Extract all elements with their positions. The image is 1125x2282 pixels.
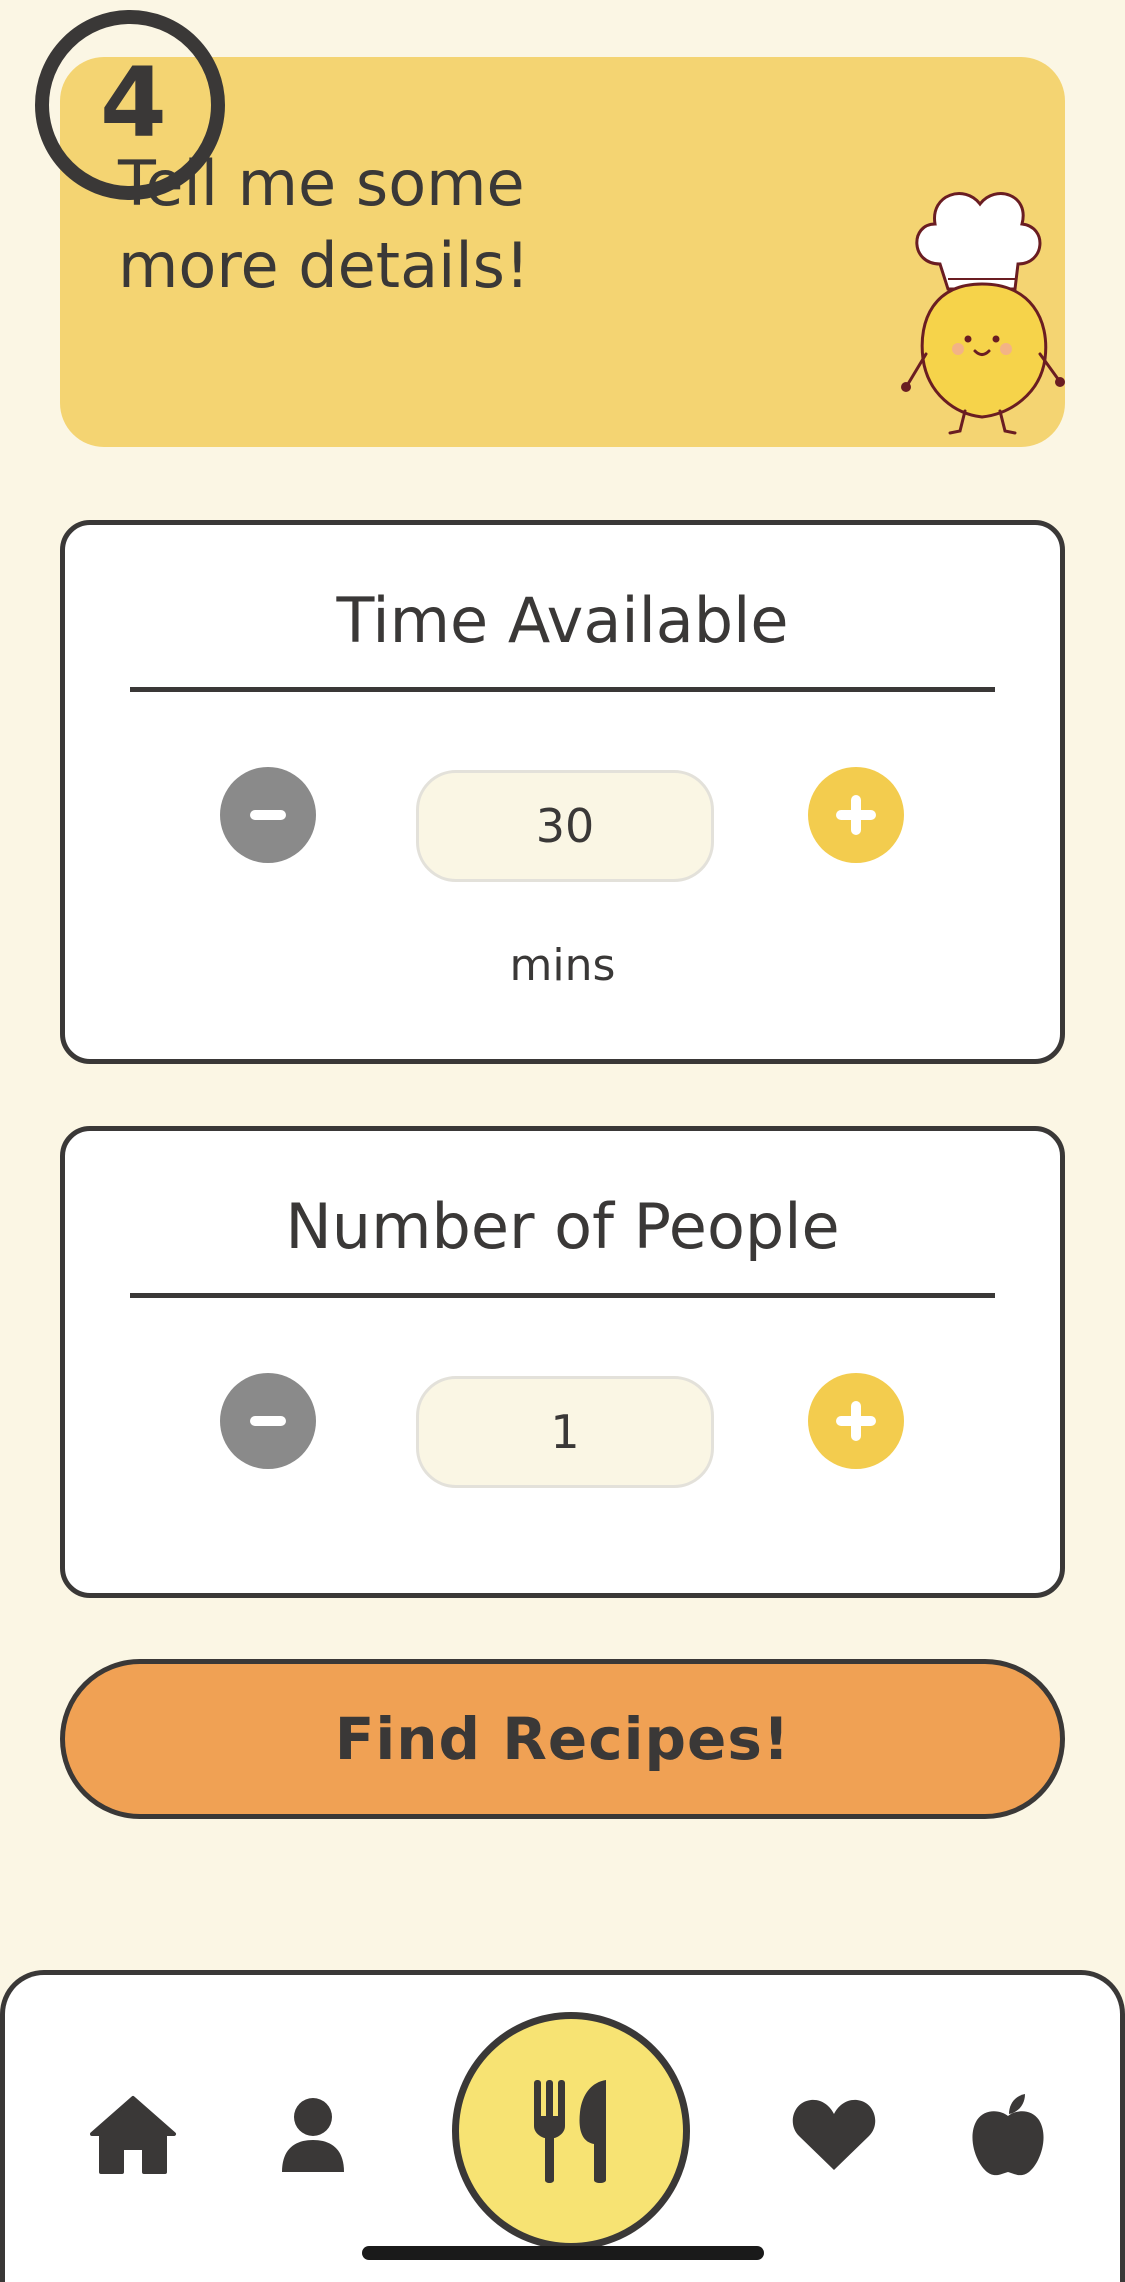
minus-icon [250,1416,286,1426]
number-of-people-card: Number of People 1 [60,1126,1065,1598]
minus-icon [250,810,286,820]
time-value-field[interactable]: 30 [416,770,714,882]
number-of-people-title: Number of People [285,1190,840,1263]
utensils-icon [534,2080,606,2183]
plus-icon [836,795,876,835]
increase-people-button[interactable] [808,1373,904,1469]
plus-icon [836,1401,876,1441]
time-unit-label: mins [509,940,616,991]
find-recipes-button[interactable]: Find Recipes! [60,1659,1065,1819]
time-available-title: Time Available [336,584,789,657]
decrease-time-button[interactable] [220,767,316,863]
banner-title-line-2: more details! [118,229,530,302]
lemon-chef-mascot [901,192,1065,435]
profile-icon[interactable] [268,2090,358,2180]
increase-time-button[interactable] [808,767,904,863]
people-value-field[interactable]: 1 [416,1376,714,1488]
heart-icon[interactable] [789,2090,879,2180]
apple-icon[interactable] [963,2090,1053,2180]
recipes-nav-button[interactable] [452,2012,690,2250]
divider [130,1293,995,1298]
home-icon[interactable] [88,2090,178,2180]
decrease-people-button[interactable] [220,1373,316,1469]
time-available-card: Time Available 30 mins [60,520,1065,1064]
home-indicator [362,2246,764,2260]
step-number: 4 [100,47,167,159]
divider [130,687,995,692]
bottom-nav [0,1970,1125,2282]
